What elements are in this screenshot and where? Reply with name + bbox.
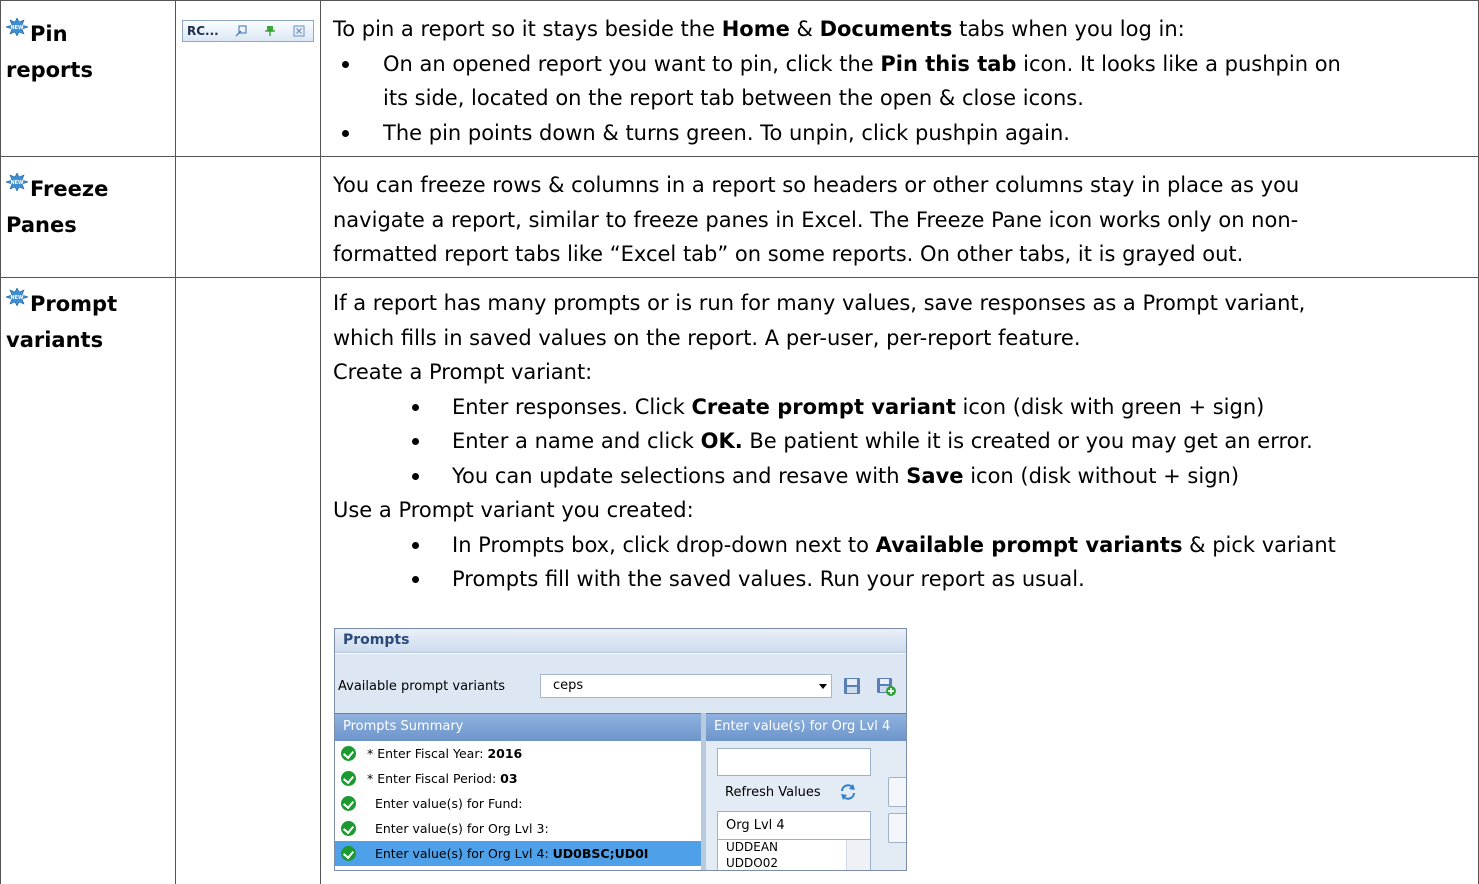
open-icon [235,25,247,37]
new-badge-icon: NEW [6,173,28,191]
prompt-row-selected[interactable]: Enter value(s) for Org Lvl 4: UD0BSC;UD0… [335,841,701,866]
bullet-icon [342,129,349,137]
table-rule [0,277,1479,278]
prompts-summary-header: Prompts Summary [335,713,701,741]
bullet-icon [412,541,419,549]
freeze-panes-description: You can freeze rows & columns in a repor… [333,173,1300,266]
check-icon [341,846,356,861]
list-item[interactable]: UDDEAN [726,840,778,854]
bullet-icon [342,60,349,68]
pin-icon [264,25,276,37]
table-rule [175,0,176,884]
list-header: Org Lvl 4 [718,812,870,840]
report-tab-chip: RC... [182,20,314,42]
new-badge-icon: NEW [6,18,28,36]
prompt-variants-description: If a report has many prompts or is run f… [333,286,1473,597]
svg-text:NEW: NEW [10,295,24,301]
prompt-row[interactable]: * Enter Fiscal Period: 03 [335,766,701,791]
value-entry-header: Enter value(s) for Org Lvl 4 [706,713,906,741]
bullet-icon [412,438,419,445]
scrollbar[interactable] [846,840,870,870]
org-level-list[interactable]: Org Lvl 4 UDDEAN UDDO02 [717,811,871,870]
list-item[interactable]: UDDO02 [726,856,778,870]
table-rule [320,0,321,884]
svg-text:NEW: NEW [10,180,24,186]
prompt-row[interactable]: * Enter Fiscal Year: 2016 [335,741,701,766]
bullet-icon [412,576,419,583]
check-icon [341,796,356,811]
bullet-icon [412,472,419,480]
check-icon [341,746,356,761]
feature-name-prompt-variants: NEW Prompt variants [6,286,117,358]
svg-text:NEW: NEW [10,25,24,31]
close-icon [293,25,305,37]
save-icon[interactable] [842,676,862,696]
check-icon [341,821,356,836]
new-badge-icon: NEW [6,288,28,306]
list-item: In Prompts box, click drop-down next to … [333,528,1473,563]
use-heading: Use a Prompt variant you created: [333,498,694,522]
list-item: Enter a name and click OK. Be patient wh… [333,424,1473,459]
table-rule [0,0,1,884]
check-icon [341,771,356,786]
bullet-icon [412,403,419,411]
value-entry-pane: Refresh Values Org Lvl 4 UDDEAN UDDO02 [706,741,906,870]
list-item: On an opened report you want to pin, cli… [333,47,1473,116]
prompts-header: Prompts [335,629,906,653]
variants-label: Available prompt variants [338,679,506,694]
list-item: You can update selections and resave wit… [333,459,1473,494]
list-item: Enter responses. Click Create prompt var… [333,390,1473,425]
refresh-icon[interactable] [839,783,857,801]
prompt-row[interactable]: Enter value(s) for Org Lvl 3: [335,816,701,841]
create-variant-icon[interactable] [875,676,896,696]
feature-name-freeze-panes: NEW Freeze Panes [6,171,108,243]
feature-name-pin-reports: NEW Pin reports [6,16,93,88]
refresh-values-link[interactable]: Refresh Values [725,785,821,800]
feature-table: NEW Pin reports RC... To pin a report so… [0,0,1479,884]
variants-dropdown[interactable]: ceps [540,674,832,698]
list-item: Prompts fill with the saved values. Run … [333,562,1473,597]
move-button[interactable] [888,777,906,807]
table-rule [0,0,1479,1]
list-item: The pin points down & turns green. To un… [333,116,1473,151]
create-heading: Create a Prompt variant: [333,360,593,384]
table-rule [0,156,1479,157]
value-search-input[interactable] [717,748,871,776]
pin-intro: To pin a report so it stays beside the H… [333,17,1185,41]
prompts-summary-list: * Enter Fiscal Year: 2016 * Enter Fiscal… [335,741,701,870]
move-button[interactable] [888,813,906,843]
prompt-row[interactable]: Enter value(s) for Fund: [335,791,701,816]
pin-reports-description: To pin a report so it stays beside the H… [333,12,1473,150]
chevron-down-icon [819,684,827,689]
prompts-screenshot: Prompts Available prompt variants ceps P… [334,628,907,871]
